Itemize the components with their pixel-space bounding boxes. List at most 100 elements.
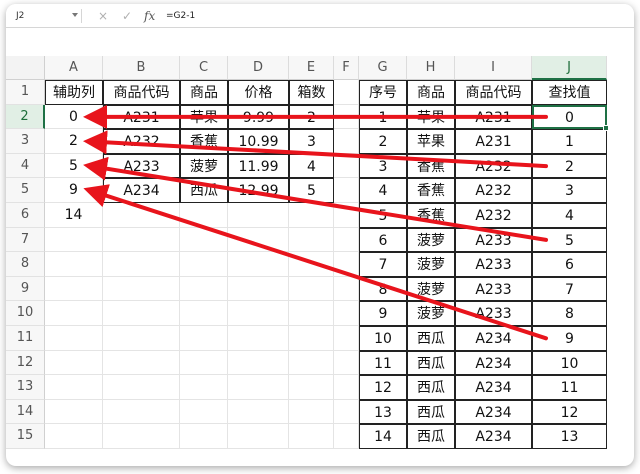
left-table-cell[interactable]: 5 bbox=[45, 153, 103, 179]
cell-d9[interactable] bbox=[228, 276, 289, 302]
cell-e11[interactable] bbox=[289, 326, 334, 351]
right-table-cell[interactable]: A232 bbox=[455, 203, 532, 228]
right-table-cell[interactable]: 6 bbox=[359, 227, 407, 253]
left-table-cell[interactable]: 0 bbox=[45, 104, 103, 130]
right-table-cell[interactable]: 2 bbox=[359, 129, 407, 154]
left-table-cell[interactable]: 2 bbox=[289, 104, 334, 130]
cell-b8[interactable] bbox=[103, 252, 180, 277]
cell-f8[interactable] bbox=[334, 252, 359, 277]
right-table-cell[interactable]: A233 bbox=[455, 301, 532, 326]
right-table-cell[interactable]: 1 bbox=[532, 129, 607, 154]
left-table-cell[interactable]: 2 bbox=[45, 129, 103, 154]
cell-d6[interactable] bbox=[228, 203, 289, 228]
cell-d8[interactable] bbox=[228, 252, 289, 277]
row-header-6[interactable]: 6 bbox=[6, 203, 45, 228]
left-table-cell[interactable]: 4 bbox=[289, 153, 334, 179]
right-table-cell[interactable]: 8 bbox=[532, 301, 607, 326]
cell-b6[interactable] bbox=[103, 203, 180, 228]
left-table-cell[interactable]: 11.99 bbox=[228, 153, 289, 179]
cell-b12[interactable] bbox=[103, 350, 180, 376]
cell-b7[interactable] bbox=[103, 227, 180, 253]
cancel-icon[interactable]: × bbox=[98, 8, 108, 24]
cell-a8[interactable] bbox=[45, 252, 103, 277]
row-header-3[interactable]: 3 bbox=[6, 129, 45, 154]
confirm-icon[interactable]: ✓ bbox=[122, 8, 132, 24]
row-header-12[interactable]: 12 bbox=[6, 350, 45, 376]
fill-handle[interactable] bbox=[603, 125, 609, 132]
cell-b11[interactable] bbox=[103, 326, 180, 351]
right-table-cell[interactable]: A233 bbox=[455, 227, 532, 253]
select-all-corner[interactable] bbox=[6, 56, 45, 80]
row-header-8[interactable]: 8 bbox=[6, 252, 45, 277]
cell-b10[interactable] bbox=[103, 301, 180, 326]
cell-e13[interactable] bbox=[289, 375, 334, 400]
right-table-cell[interactable]: 12 bbox=[359, 375, 407, 400]
column-header-f[interactable]: F bbox=[334, 56, 359, 80]
column-header-b[interactable]: B bbox=[103, 56, 180, 80]
cell-d14[interactable] bbox=[228, 399, 289, 425]
right-table-cell[interactable]: A233 bbox=[455, 276, 532, 302]
cell-e8[interactable] bbox=[289, 252, 334, 277]
cell-e12[interactable] bbox=[289, 350, 334, 376]
right-table-cell[interactable]: 7 bbox=[359, 252, 407, 277]
right-table-cell[interactable]: 西瓜 bbox=[407, 424, 455, 449]
row-header-15[interactable]: 15 bbox=[6, 424, 45, 449]
right-table-cell[interactable]: A232 bbox=[455, 153, 532, 179]
right-table-cell[interactable]: 西瓜 bbox=[407, 350, 455, 376]
left-table-header[interactable]: 价格 bbox=[228, 80, 289, 105]
cell-f5[interactable] bbox=[334, 178, 359, 203]
right-table-cell[interactable]: 西瓜 bbox=[407, 399, 455, 425]
right-table-cell[interactable]: 8 bbox=[359, 276, 407, 302]
row-header-10[interactable]: 10 bbox=[6, 301, 45, 326]
cell-a9[interactable] bbox=[45, 276, 103, 302]
cell-c12[interactable] bbox=[180, 350, 228, 376]
cell-c6[interactable] bbox=[180, 203, 228, 228]
left-table-cell[interactable]: 香蕉 bbox=[180, 129, 228, 154]
cell-a12[interactable] bbox=[45, 350, 103, 376]
cell-d10[interactable] bbox=[228, 301, 289, 326]
cell-a15[interactable] bbox=[45, 424, 103, 449]
right-table-cell[interactable]: 6 bbox=[532, 252, 607, 277]
right-table-cell[interactable]: 13 bbox=[359, 399, 407, 425]
cell-d15[interactable] bbox=[228, 424, 289, 449]
right-table-cell[interactable]: 4 bbox=[359, 178, 407, 203]
cell-c9[interactable] bbox=[180, 276, 228, 302]
cell-f4[interactable] bbox=[334, 153, 359, 179]
left-table-header[interactable]: 辅助列 bbox=[45, 80, 103, 105]
row-header-2[interactable]: 2 bbox=[6, 104, 45, 130]
right-table-cell[interactable]: 菠萝 bbox=[407, 301, 455, 326]
cell-b13[interactable] bbox=[103, 375, 180, 400]
left-table-cell[interactable]: 14 bbox=[45, 203, 103, 228]
right-table-cell[interactable]: 菠萝 bbox=[407, 276, 455, 302]
right-table-cell[interactable]: 苹果 bbox=[407, 129, 455, 154]
cell-b14[interactable] bbox=[103, 399, 180, 425]
left-table-header[interactable]: 箱数 bbox=[289, 80, 334, 105]
left-table-cell[interactable]: A232 bbox=[103, 129, 180, 154]
cell-e10[interactable] bbox=[289, 301, 334, 326]
cell-f6[interactable] bbox=[334, 203, 359, 228]
cell-f2[interactable] bbox=[334, 104, 359, 130]
right-table-cell[interactable]: 1 bbox=[359, 104, 407, 130]
column-header-j[interactable]: J bbox=[532, 56, 607, 80]
cell-c13[interactable] bbox=[180, 375, 228, 400]
right-table-cell[interactable]: 3 bbox=[359, 153, 407, 179]
cell-f7[interactable] bbox=[334, 227, 359, 253]
cell-e15[interactable] bbox=[289, 424, 334, 449]
cell-f13[interactable] bbox=[334, 375, 359, 400]
right-table-cell[interactable]: A234 bbox=[455, 350, 532, 376]
right-table-cell[interactable]: 香蕉 bbox=[407, 153, 455, 179]
right-table-cell[interactable]: 11 bbox=[359, 350, 407, 376]
column-header-e[interactable]: E bbox=[289, 56, 334, 80]
column-header-h[interactable]: H bbox=[407, 56, 455, 80]
right-table-cell[interactable]: 4 bbox=[532, 203, 607, 228]
column-header-c[interactable]: C bbox=[180, 56, 228, 80]
right-table-cell[interactable]: 10 bbox=[532, 350, 607, 376]
fx-icon[interactable]: fx bbox=[144, 8, 155, 24]
row-header-9[interactable]: 9 bbox=[6, 276, 45, 302]
right-table-cell[interactable]: 菠萝 bbox=[407, 227, 455, 253]
cell-c10[interactable] bbox=[180, 301, 228, 326]
cell-a14[interactable] bbox=[45, 399, 103, 425]
cell-b15[interactable] bbox=[103, 424, 180, 449]
cell-d13[interactable] bbox=[228, 375, 289, 400]
cell-e14[interactable] bbox=[289, 399, 334, 425]
